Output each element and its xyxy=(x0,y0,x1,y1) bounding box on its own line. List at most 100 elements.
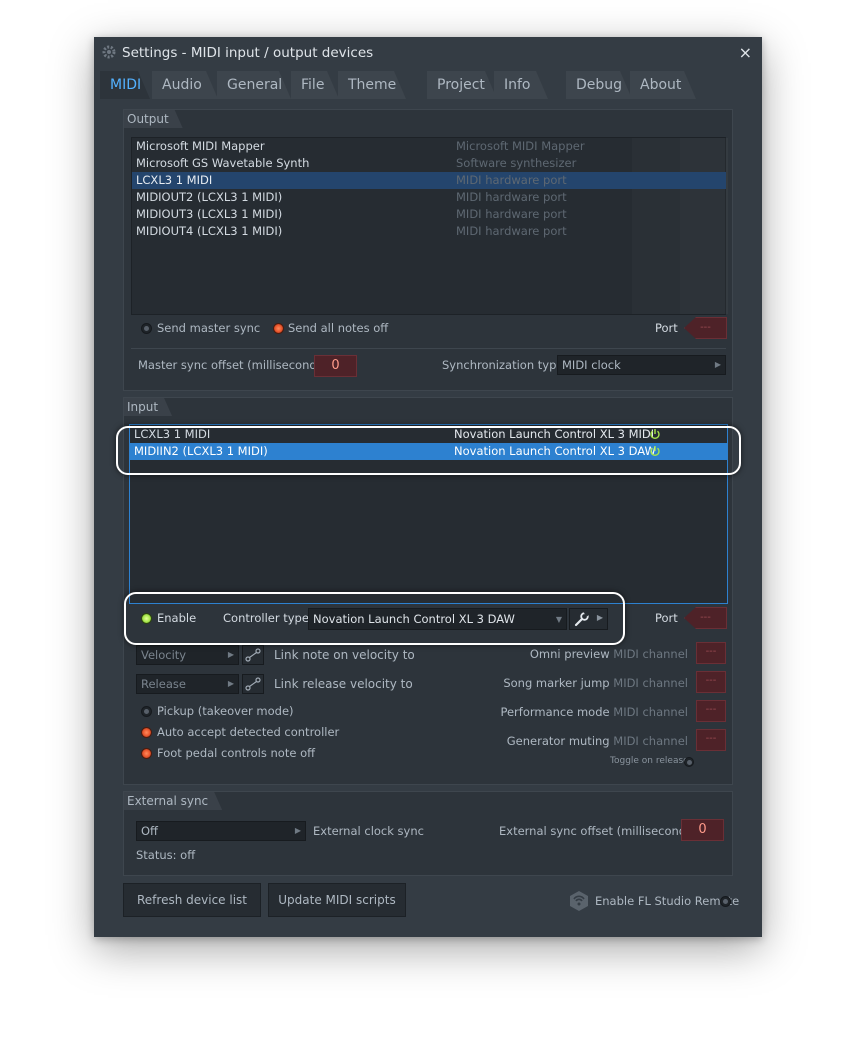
divider xyxy=(131,348,726,349)
performance-mode-row: Performance mode MIDI channel xyxy=(500,705,688,719)
enable-radio[interactable] xyxy=(141,613,152,624)
power-icon[interactable] xyxy=(649,445,661,457)
performance-mode-label: Performance mode xyxy=(500,705,610,719)
enable-label: Enable xyxy=(157,611,197,625)
omni-preview-channel[interactable]: --- xyxy=(696,642,726,664)
send-all-notes-off-label: Send all notes off xyxy=(288,321,389,335)
chevron-right-icon: ▶ xyxy=(714,360,721,369)
performance-mode-channel[interactable]: --- xyxy=(696,700,726,722)
chevron-right-icon: ▶ xyxy=(227,650,234,659)
tab-debug[interactable]: Debug xyxy=(566,71,632,99)
link-icon xyxy=(245,677,261,691)
device-desc: Novation Launch Control XL 3 DAW xyxy=(454,444,656,458)
list-item-selected[interactable]: MIDIIN2 (LCXL3 1 MIDI) Novation Launch C… xyxy=(130,443,727,460)
power-icon[interactable] xyxy=(649,428,661,440)
pickup-radio[interactable] xyxy=(141,706,152,717)
wrench-icon xyxy=(574,612,590,627)
refresh-device-list-button[interactable]: Refresh device list xyxy=(123,883,261,917)
tab-file[interactable]: File xyxy=(291,71,339,99)
external-clock-select[interactable]: Off ▶ xyxy=(136,821,306,841)
song-marker-channel[interactable]: --- xyxy=(696,671,726,693)
input-panel: Input LCXL3 1 MIDI Novation Launch Contr… xyxy=(123,397,733,785)
link-velocity-button[interactable] xyxy=(242,645,264,665)
link-release-button[interactable] xyxy=(242,674,264,694)
tab-audio[interactable]: Audio xyxy=(152,71,218,99)
release-select[interactable]: Release ▶ xyxy=(136,674,239,694)
list-item-selected[interactable]: LCXL3 1 MIDI MIDI hardware port xyxy=(132,172,726,189)
device-desc: Microsoft MIDI Mapper xyxy=(456,139,585,153)
midi-channel-label: MIDI channel xyxy=(613,647,688,661)
link-icon xyxy=(245,648,261,662)
master-sync-offset-input[interactable]: 0 xyxy=(314,355,357,377)
controller-type-select[interactable]: Novation Launch Control XL 3 DAW ▼ xyxy=(308,608,567,630)
gear-icon xyxy=(102,45,116,59)
enable-remote-radio[interactable] xyxy=(720,896,731,907)
device-desc: MIDI hardware port xyxy=(456,224,567,238)
song-marker-label: Song marker jump xyxy=(503,676,610,690)
title-bar[interactable]: Settings - MIDI input / output devices × xyxy=(94,37,762,69)
pickup-label: Pickup (takeover mode) xyxy=(157,704,294,718)
list-item[interactable]: MIDIOUT4 (LCXL3 1 MIDI) MIDI hardware po… xyxy=(132,223,726,240)
chevron-right-icon: ▶ xyxy=(227,679,234,688)
auto-accept-label: Auto accept detected controller xyxy=(157,725,340,739)
omni-preview-label: Omni preview xyxy=(529,647,610,661)
external-clock-value: Off xyxy=(141,824,158,838)
external-sync-status: Status: off xyxy=(136,848,196,862)
list-item[interactable]: MIDIOUT3 (LCXL3 1 MIDI) MIDI hardware po… xyxy=(132,206,726,223)
input-port-selector[interactable]: --- xyxy=(684,607,727,629)
velocity-select[interactable]: Velocity ▶ xyxy=(136,645,239,665)
output-port-selector[interactable]: --- xyxy=(684,317,727,339)
input-section-label: Input xyxy=(124,398,172,416)
device-name: LCXL3 1 MIDI xyxy=(134,427,211,441)
device-name: Microsoft MIDI Mapper xyxy=(136,139,265,153)
tab-midi[interactable]: MIDI xyxy=(100,71,150,99)
controller-settings-button[interactable]: ▶ xyxy=(569,608,608,630)
output-device-list[interactable]: Microsoft MIDI Mapper Microsoft MIDI Map… xyxy=(131,137,726,315)
send-master-sync-label: Send master sync xyxy=(157,321,261,335)
external-sync-offset-label: External sync offset (milliseconds) xyxy=(499,824,697,838)
generator-muting-channel[interactable]: --- xyxy=(696,729,726,751)
device-name: MIDIOUT3 (LCXL3 1 MIDI) xyxy=(136,207,283,221)
settings-window: Settings - MIDI input / output devices ×… xyxy=(94,37,762,937)
controller-type-label: Controller type xyxy=(223,611,309,625)
device-name: Microsoft GS Wavetable Synth xyxy=(136,156,310,170)
velocity-value: Velocity xyxy=(141,648,187,662)
foot-pedal-radio[interactable] xyxy=(141,748,152,759)
sync-type-value: MIDI clock xyxy=(562,358,621,372)
midi-channel-label: MIDI channel xyxy=(613,705,688,719)
list-item[interactable]: MIDIOUT2 (LCXL3 1 MIDI) MIDI hardware po… xyxy=(132,189,726,206)
update-midi-scripts-button[interactable]: Update MIDI scripts xyxy=(268,883,406,917)
output-panel: Output Microsoft MIDI Mapper Microsoft M… xyxy=(123,109,733,391)
input-device-list[interactable]: LCXL3 1 MIDI Novation Launch Control XL … xyxy=(129,424,728,604)
song-marker-row: Song marker jump MIDI channel xyxy=(503,676,688,690)
list-item[interactable]: LCXL3 1 MIDI Novation Launch Control XL … xyxy=(130,426,727,443)
auto-accept-radio[interactable] xyxy=(141,727,152,738)
sync-type-select[interactable]: MIDI clock ▶ xyxy=(557,355,726,375)
close-icon[interactable]: × xyxy=(739,43,752,62)
device-desc: Novation Launch Control XL 3 MIDI xyxy=(454,427,655,441)
generator-muting-label: Generator muting xyxy=(506,734,610,748)
midi-channel-label: MIDI channel xyxy=(613,734,688,748)
toggle-on-release-label: Toggle on release xyxy=(610,756,689,766)
tab-theme[interactable]: Theme xyxy=(338,71,406,99)
master-sync-offset-label: Master sync offset (milliseconds) xyxy=(138,358,328,372)
tab-info[interactable]: Info xyxy=(494,71,548,99)
send-all-notes-off-radio[interactable] xyxy=(273,323,284,334)
send-master-sync-radio[interactable] xyxy=(141,323,152,334)
generator-muting-row: Generator muting MIDI channel xyxy=(507,734,688,748)
remote-icon xyxy=(570,891,588,911)
midi-channel-label: MIDI channel xyxy=(613,676,688,690)
tab-project[interactable]: Project xyxy=(427,71,497,99)
tab-about[interactable]: About xyxy=(630,71,696,99)
output-section-label: Output xyxy=(124,110,183,128)
external-sync-panel: External sync Off ▶ External clock sync … xyxy=(123,791,733,876)
link-release-label: Link release velocity to xyxy=(274,677,413,691)
external-clock-label: External clock sync xyxy=(313,824,424,838)
list-item[interactable]: Microsoft GS Wavetable Synth Software sy… xyxy=(132,155,726,172)
chevron-right-icon: ▶ xyxy=(294,826,301,835)
toggle-on-release-radio[interactable] xyxy=(684,757,694,767)
external-sync-offset-input[interactable]: 0 xyxy=(681,819,724,841)
enable-remote-label: Enable FL Studio Remote xyxy=(595,894,740,908)
tab-general[interactable]: General xyxy=(217,71,291,99)
list-item[interactable]: Microsoft MIDI Mapper Microsoft MIDI Map… xyxy=(132,138,726,155)
